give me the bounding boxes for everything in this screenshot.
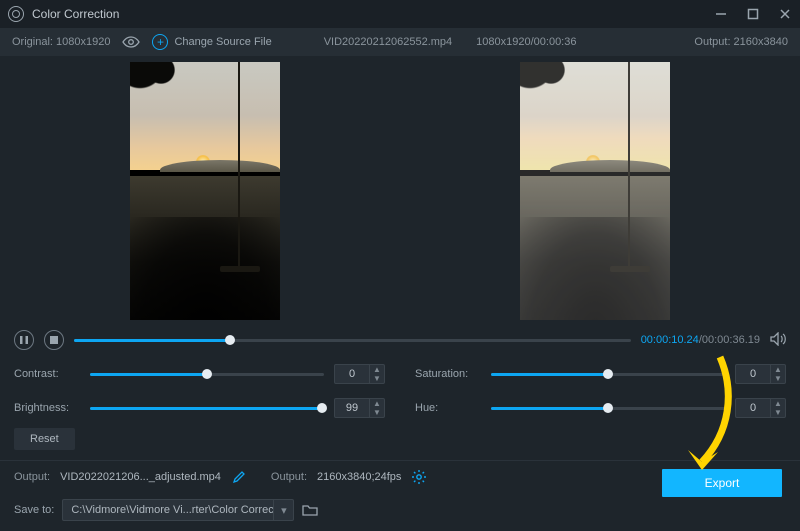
contrast-step-down[interactable]: ▼ — [370, 374, 384, 383]
edit-filename-icon[interactable] — [231, 469, 247, 485]
adjustment-sliders: Contrast: 0▲▼ Saturation: 0▲▼ Brightness… — [0, 358, 800, 422]
saturation-step-down[interactable]: ▼ — [771, 374, 785, 383]
close-button[interactable] — [778, 7, 792, 21]
adjusted-preview — [520, 62, 670, 320]
hue-label: Hue: — [415, 402, 481, 414]
output-resolution: Output: 2160x3840 — [694, 36, 788, 48]
output-format-label: Output: — [271, 471, 307, 483]
open-folder-icon[interactable] — [302, 502, 318, 518]
output-filename: VID2022021206..._adjusted.mp4 — [60, 471, 221, 483]
preview-toggle-icon[interactable] — [122, 36, 140, 48]
reset-button[interactable]: Reset — [14, 428, 75, 450]
hue-value-box[interactable]: 0▲▼ — [735, 398, 786, 418]
time-display: 00:00:10.24/00:00:36.19 — [641, 334, 760, 346]
volume-icon[interactable] — [770, 332, 786, 348]
output-format: 2160x3840;24fps — [317, 471, 401, 483]
saturation-slider[interactable] — [491, 373, 725, 376]
window-title: Color Correction — [32, 7, 119, 21]
hue-slider[interactable] — [491, 407, 725, 410]
save-path-dropdown[interactable]: ▾ — [273, 500, 293, 520]
save-to-label: Save to: — [14, 504, 54, 516]
contrast-step-up[interactable]: ▲ — [370, 365, 384, 374]
source-filename: VID20220212062552.mp4 — [324, 36, 452, 48]
app-icon — [8, 6, 24, 22]
brightness-row: Brightness: 99▲▼ — [14, 398, 385, 418]
pause-button[interactable] — [14, 330, 34, 350]
save-path: C:\Vidmore\Vidmore Vi...rter\Color Corre… — [63, 504, 273, 516]
change-source-button[interactable]: + Change Source File — [152, 34, 271, 50]
seek-slider[interactable] — [74, 339, 631, 342]
saturation-step-up[interactable]: ▲ — [771, 365, 785, 374]
preview-area — [0, 56, 800, 326]
contrast-slider[interactable] — [90, 373, 324, 376]
original-preview — [130, 62, 280, 320]
info-bar: Original: 1080x1920 + Change Source File… — [0, 28, 800, 56]
contrast-label: Contrast: — [14, 368, 80, 380]
hue-step-up[interactable]: ▲ — [771, 399, 785, 408]
stop-button[interactable] — [44, 330, 64, 350]
plus-icon: + — [152, 34, 168, 50]
save-row: Save to: C:\Vidmore\Vidmore Vi...rter\Co… — [0, 493, 800, 531]
brightness-step-down[interactable]: ▼ — [370, 408, 384, 417]
hue-row: Hue: 0▲▼ — [415, 398, 786, 418]
playback-bar: 00:00:10.24/00:00:36.19 — [0, 326, 800, 358]
brightness-slider[interactable] — [90, 407, 324, 410]
maximize-button[interactable] — [746, 7, 760, 21]
brightness-step-up[interactable]: ▲ — [370, 399, 384, 408]
original-resolution: Original: 1080x1920 — [12, 36, 110, 48]
source-fileinfo: 1080x1920/00:00:36 — [476, 36, 576, 48]
hue-step-down[interactable]: ▼ — [771, 408, 785, 417]
export-button[interactable]: Export — [662, 469, 782, 497]
output-filename-label: Output: — [14, 471, 50, 483]
brightness-label: Brightness: — [14, 402, 80, 414]
settings-icon[interactable] — [411, 469, 427, 485]
saturation-label: Saturation: — [415, 368, 481, 380]
minimize-button[interactable] — [714, 7, 728, 21]
contrast-value-box[interactable]: 0▲▼ — [334, 364, 385, 384]
brightness-value-box[interactable]: 99▲▼ — [334, 398, 385, 418]
saturation-row: Saturation: 0▲▼ — [415, 364, 786, 384]
save-path-box[interactable]: C:\Vidmore\Vidmore Vi...rter\Color Corre… — [62, 499, 294, 521]
saturation-value-box[interactable]: 0▲▼ — [735, 364, 786, 384]
contrast-row: Contrast: 0▲▼ — [14, 364, 385, 384]
change-source-label: Change Source File — [174, 36, 271, 48]
title-bar: Color Correction — [0, 0, 800, 28]
